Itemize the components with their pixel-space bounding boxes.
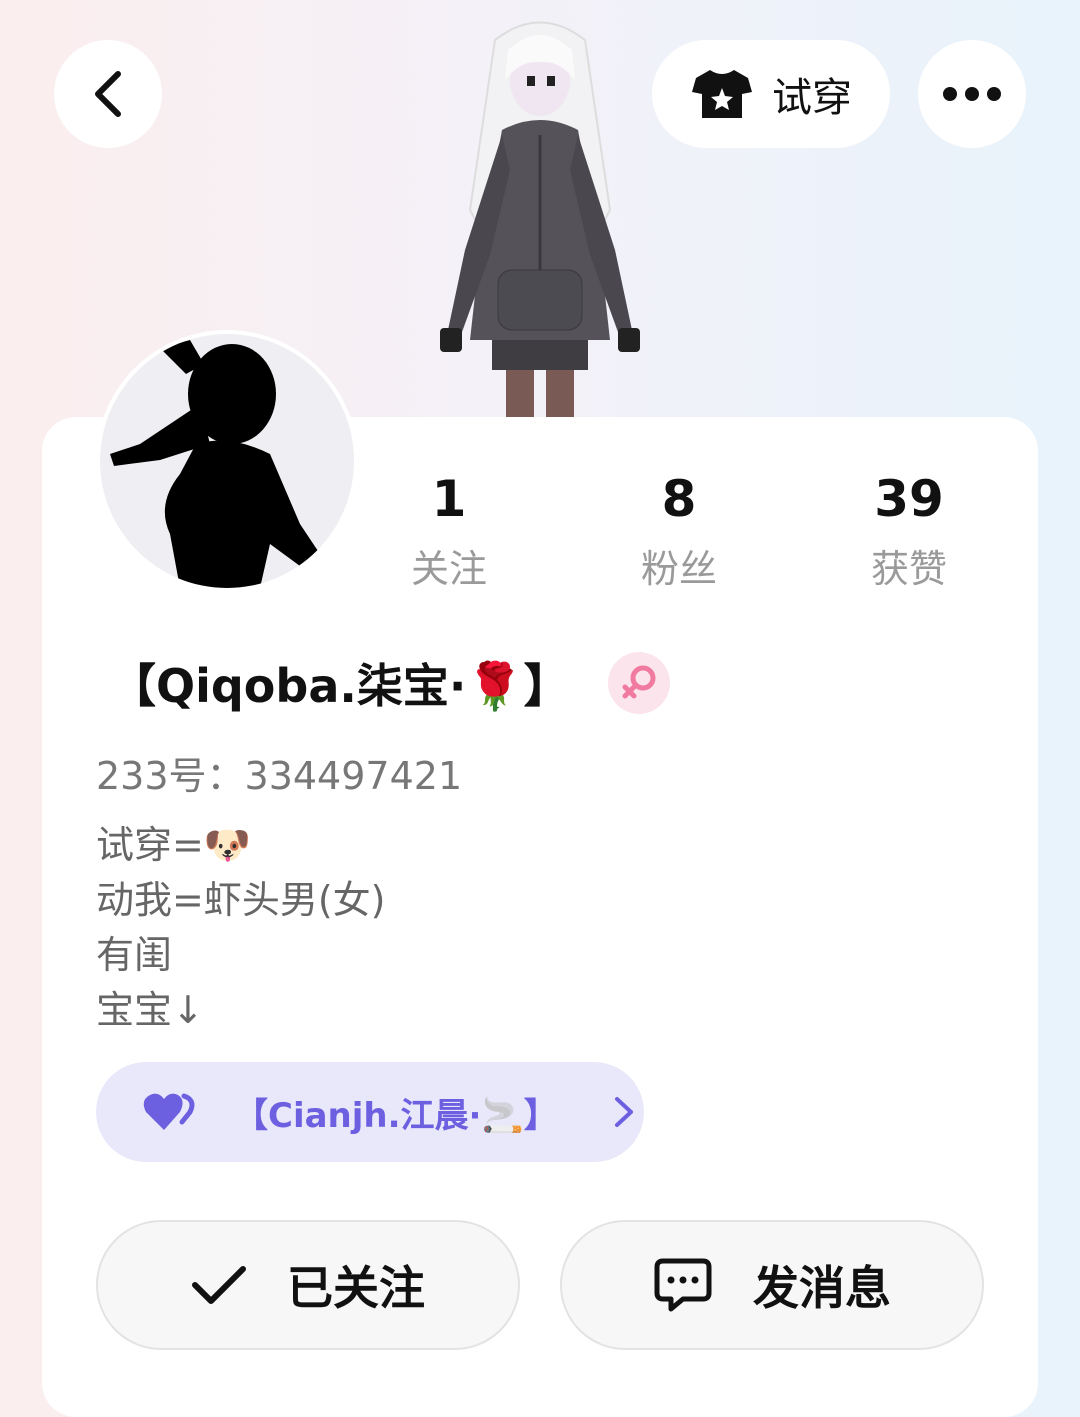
more-dots-icon: [943, 87, 1001, 101]
stat-following-value: 1: [431, 470, 467, 528]
cp-name: 【Cianjh.江晨·🚬】: [234, 1095, 558, 1136]
user-name: 【Qiqoba.柒宝·🌹】: [110, 659, 570, 713]
send-message-button[interactable]: 发消息: [560, 1220, 984, 1350]
try-on-label: 试穿: [772, 75, 852, 121]
followed-button[interactable]: 已关注: [96, 1220, 520, 1350]
stat-likes[interactable]: 39 获赞: [824, 470, 994, 593]
shirt-icon: [692, 70, 752, 118]
more-button[interactable]: [918, 40, 1026, 148]
stat-following[interactable]: 1 关注: [364, 470, 534, 593]
bio-line: 动我=虾头男(女): [96, 878, 386, 922]
bio-line: 宝宝↓: [96, 988, 204, 1032]
bio: 试穿=🐶 动我=虾头男(女) 有闺 宝宝↓: [96, 818, 386, 1038]
try-on-button[interactable]: 试穿: [652, 40, 890, 148]
bio-line: 有闺: [96, 933, 173, 977]
name-row: 【Qiqoba.柒宝·🌹】: [110, 650, 670, 716]
stat-following-label: 关注: [410, 547, 487, 591]
stat-likes-label: 获赞: [870, 547, 947, 591]
stat-followers-label: 粉丝: [640, 547, 717, 591]
send-message-label: 发消息: [753, 1261, 891, 1315]
cp-link[interactable]: 【Cianjh.江晨·🚬】: [96, 1062, 644, 1162]
check-icon: [192, 1266, 246, 1304]
avatar-silhouette-icon: [110, 340, 320, 588]
stat-followers[interactable]: 8 粉丝: [594, 470, 764, 593]
chat-bubble-icon: [654, 1258, 712, 1312]
double-heart-icon: [143, 1093, 195, 1130]
chevron-right-icon: [614, 1097, 633, 1127]
chevron-left-icon: [95, 71, 121, 117]
back-button[interactable]: [54, 40, 162, 148]
character-avatar-figure[interactable]: [410, 10, 670, 420]
stat-followers-value: 8: [661, 470, 697, 528]
followed-label: 已关注: [287, 1261, 425, 1315]
gender-badge: [607, 652, 670, 714]
stat-likes-value: 39: [874, 470, 944, 528]
bio-line: 试穿=🐶: [96, 823, 252, 867]
female-icon: [622, 665, 656, 699]
avatar[interactable]: [96, 330, 358, 592]
user-id: 233号：334497421: [96, 754, 463, 798]
